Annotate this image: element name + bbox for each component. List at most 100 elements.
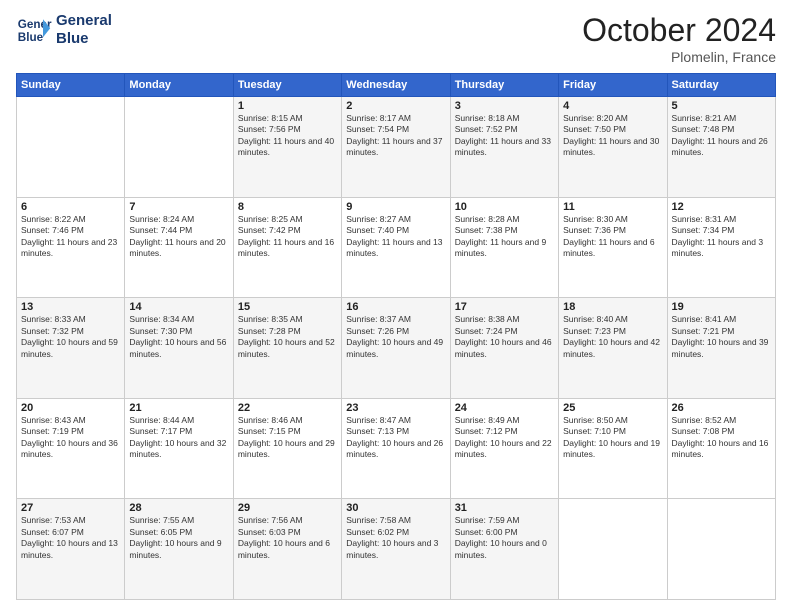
title-block: October 2024 Plomelin, France [582,12,776,65]
weekday-tuesday: Tuesday [233,74,341,97]
svg-text:Blue: Blue [18,31,44,44]
day-cell: 24Sunrise: 8:49 AM Sunset: 7:12 PM Dayli… [450,398,558,499]
day-info: Sunrise: 7:53 AM Sunset: 6:07 PM Dayligh… [21,515,120,561]
day-cell: 9Sunrise: 8:27 AM Sunset: 7:40 PM Daylig… [342,197,450,298]
day-number: 5 [672,100,771,112]
day-number: 13 [21,301,120,313]
day-info: Sunrise: 8:40 AM Sunset: 7:23 PM Dayligh… [563,314,662,360]
day-cell: 2Sunrise: 8:17 AM Sunset: 7:54 PM Daylig… [342,97,450,198]
day-cell [667,499,775,600]
day-number: 15 [238,301,337,313]
day-cell: 14Sunrise: 8:34 AM Sunset: 7:30 PM Dayli… [125,298,233,399]
weekday-sunday: Sunday [17,74,125,97]
day-info: Sunrise: 8:38 AM Sunset: 7:24 PM Dayligh… [455,314,554,360]
day-cell [125,97,233,198]
day-info: Sunrise: 8:22 AM Sunset: 7:46 PM Dayligh… [21,214,120,260]
day-number: 31 [455,502,554,514]
day-cell: 22Sunrise: 8:46 AM Sunset: 7:15 PM Dayli… [233,398,341,499]
day-info: Sunrise: 8:49 AM Sunset: 7:12 PM Dayligh… [455,415,554,461]
week-row-5: 27Sunrise: 7:53 AM Sunset: 6:07 PM Dayli… [17,499,776,600]
day-number: 12 [672,201,771,213]
day-cell: 19Sunrise: 8:41 AM Sunset: 7:21 PM Dayli… [667,298,775,399]
weekday-monday: Monday [125,74,233,97]
day-cell: 5Sunrise: 8:21 AM Sunset: 7:48 PM Daylig… [667,97,775,198]
day-cell: 20Sunrise: 8:43 AM Sunset: 7:19 PM Dayli… [17,398,125,499]
day-number: 17 [455,301,554,313]
day-number: 9 [346,201,445,213]
day-number: 24 [455,402,554,414]
page: General Blue General Blue October 2024 P… [0,0,792,612]
day-number: 20 [21,402,120,414]
day-info: Sunrise: 7:59 AM Sunset: 6:00 PM Dayligh… [455,515,554,561]
logo-line1: General [56,12,112,30]
day-number: 8 [238,201,337,213]
weekday-header-row: SundayMondayTuesdayWednesdayThursdayFrid… [17,74,776,97]
day-info: Sunrise: 8:31 AM Sunset: 7:34 PM Dayligh… [672,214,771,260]
day-cell: 30Sunrise: 7:58 AM Sunset: 6:02 PM Dayli… [342,499,450,600]
day-info: Sunrise: 8:43 AM Sunset: 7:19 PM Dayligh… [21,415,120,461]
day-cell: 12Sunrise: 8:31 AM Sunset: 7:34 PM Dayli… [667,197,775,298]
week-row-3: 13Sunrise: 8:33 AM Sunset: 7:32 PM Dayli… [17,298,776,399]
day-info: Sunrise: 8:50 AM Sunset: 7:10 PM Dayligh… [563,415,662,461]
weekday-wednesday: Wednesday [342,74,450,97]
day-info: Sunrise: 8:35 AM Sunset: 7:28 PM Dayligh… [238,314,337,360]
day-info: Sunrise: 8:37 AM Sunset: 7:26 PM Dayligh… [346,314,445,360]
logo: General Blue General Blue [16,12,112,48]
day-info: Sunrise: 8:20 AM Sunset: 7:50 PM Dayligh… [563,113,662,159]
day-info: Sunrise: 8:17 AM Sunset: 7:54 PM Dayligh… [346,113,445,159]
day-info: Sunrise: 7:56 AM Sunset: 6:03 PM Dayligh… [238,515,337,561]
week-row-2: 6Sunrise: 8:22 AM Sunset: 7:46 PM Daylig… [17,197,776,298]
day-number: 28 [129,502,228,514]
day-info: Sunrise: 8:25 AM Sunset: 7:42 PM Dayligh… [238,214,337,260]
calendar-table: SundayMondayTuesdayWednesdayThursdayFrid… [16,73,776,600]
day-cell: 23Sunrise: 8:47 AM Sunset: 7:13 PM Dayli… [342,398,450,499]
day-info: Sunrise: 8:33 AM Sunset: 7:32 PM Dayligh… [21,314,120,360]
day-info: Sunrise: 8:18 AM Sunset: 7:52 PM Dayligh… [455,113,554,159]
day-cell: 21Sunrise: 8:44 AM Sunset: 7:17 PM Dayli… [125,398,233,499]
day-number: 10 [455,201,554,213]
day-cell: 1Sunrise: 8:15 AM Sunset: 7:56 PM Daylig… [233,97,341,198]
header: General Blue General Blue October 2024 P… [16,12,776,65]
day-cell [17,97,125,198]
logo-text: General Blue [56,12,112,48]
day-number: 6 [21,201,120,213]
weekday-saturday: Saturday [667,74,775,97]
day-number: 29 [238,502,337,514]
day-cell [559,499,667,600]
day-info: Sunrise: 8:27 AM Sunset: 7:40 PM Dayligh… [346,214,445,260]
day-cell: 16Sunrise: 8:37 AM Sunset: 7:26 PM Dayli… [342,298,450,399]
day-info: Sunrise: 8:46 AM Sunset: 7:15 PM Dayligh… [238,415,337,461]
day-cell: 17Sunrise: 8:38 AM Sunset: 7:24 PM Dayli… [450,298,558,399]
day-info: Sunrise: 8:44 AM Sunset: 7:17 PM Dayligh… [129,415,228,461]
day-cell: 26Sunrise: 8:52 AM Sunset: 7:08 PM Dayli… [667,398,775,499]
day-number: 4 [563,100,662,112]
day-number: 3 [455,100,554,112]
weekday-friday: Friday [559,74,667,97]
day-cell: 15Sunrise: 8:35 AM Sunset: 7:28 PM Dayli… [233,298,341,399]
location: Plomelin, France [582,49,776,65]
day-info: Sunrise: 8:21 AM Sunset: 7:48 PM Dayligh… [672,113,771,159]
week-row-1: 1Sunrise: 8:15 AM Sunset: 7:56 PM Daylig… [17,97,776,198]
day-info: Sunrise: 7:58 AM Sunset: 6:02 PM Dayligh… [346,515,445,561]
day-cell: 28Sunrise: 7:55 AM Sunset: 6:05 PM Dayli… [125,499,233,600]
day-info: Sunrise: 8:15 AM Sunset: 7:56 PM Dayligh… [238,113,337,159]
logo-icon: General Blue [16,12,52,48]
day-cell: 4Sunrise: 8:20 AM Sunset: 7:50 PM Daylig… [559,97,667,198]
day-info: Sunrise: 8:30 AM Sunset: 7:36 PM Dayligh… [563,214,662,260]
day-cell: 3Sunrise: 8:18 AM Sunset: 7:52 PM Daylig… [450,97,558,198]
day-number: 1 [238,100,337,112]
day-cell: 13Sunrise: 8:33 AM Sunset: 7:32 PM Dayli… [17,298,125,399]
day-cell: 27Sunrise: 7:53 AM Sunset: 6:07 PM Dayli… [17,499,125,600]
day-cell: 29Sunrise: 7:56 AM Sunset: 6:03 PM Dayli… [233,499,341,600]
day-number: 19 [672,301,771,313]
day-info: Sunrise: 8:52 AM Sunset: 7:08 PM Dayligh… [672,415,771,461]
day-cell: 11Sunrise: 8:30 AM Sunset: 7:36 PM Dayli… [559,197,667,298]
logo-line2: Blue [56,30,112,48]
month-title: October 2024 [582,12,776,49]
day-info: Sunrise: 8:34 AM Sunset: 7:30 PM Dayligh… [129,314,228,360]
day-cell: 10Sunrise: 8:28 AM Sunset: 7:38 PM Dayli… [450,197,558,298]
day-cell: 7Sunrise: 8:24 AM Sunset: 7:44 PM Daylig… [125,197,233,298]
day-number: 16 [346,301,445,313]
day-info: Sunrise: 7:55 AM Sunset: 6:05 PM Dayligh… [129,515,228,561]
day-number: 21 [129,402,228,414]
